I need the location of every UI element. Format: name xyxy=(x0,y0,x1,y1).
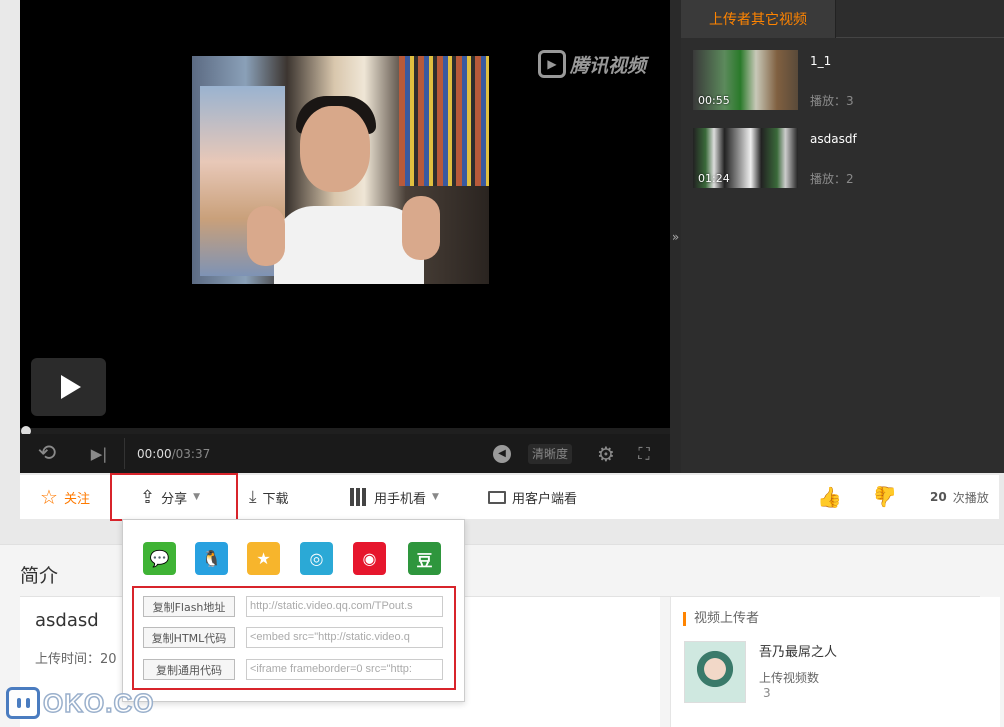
douban-icon[interactable]: 豆 xyxy=(408,542,441,575)
volume-icon: ◀ xyxy=(493,444,511,463)
iframe-code-field[interactable]: <iframe frameborder=0 src="http: xyxy=(246,659,443,680)
intro-heading: 简介 xyxy=(20,565,59,587)
weibo-icon[interactable]: ◉ xyxy=(353,542,386,575)
play-count: 20 次播放 xyxy=(930,475,989,519)
video-scene-face xyxy=(300,106,370,192)
tab-uploader-other-videos[interactable]: 上传者其它视频 xyxy=(681,0,836,38)
follow-label: 关注 xyxy=(63,491,90,507)
site-logo: OKO.CO xyxy=(6,686,154,720)
tab-underline xyxy=(836,37,1004,38)
tencent-video-logo-icon: ▶ xyxy=(538,50,566,78)
video-frame[interactable] xyxy=(192,56,489,284)
gear-icon[interactable]: ⚙ xyxy=(594,434,618,473)
qq-icon[interactable]: 🐧 xyxy=(195,542,228,575)
watch-on-mobile-button[interactable]: 用手机看 ▼ xyxy=(350,475,439,519)
uploader-video-count-label: 上传视频数 xyxy=(759,671,820,685)
site-logo-text: OKO.CO xyxy=(42,687,155,719)
uploader-name[interactable]: 吾乃最屌之人 xyxy=(759,641,837,660)
copy-flash-button[interactable]: 复制Flash地址 xyxy=(143,596,235,617)
pengyou-icon[interactable]: ◎ xyxy=(300,542,333,575)
control-bar: ⟲ ▶| 00:00/03:37 ◀ 清晰度 ⚙ ⛶ xyxy=(20,434,670,473)
wechat-icon[interactable]: 💬 xyxy=(143,542,176,575)
play-count-suffix: 次播放 xyxy=(952,490,989,505)
client-label: 用客户端看 xyxy=(512,491,578,507)
uploader-heading: 视频上传者 xyxy=(683,612,759,626)
download-icon: ⤓ xyxy=(249,487,257,507)
related-videos-panel: 上传者其它视频 00:55 1_1 播放：3 01:24 asdasdf 播放：… xyxy=(681,0,1004,473)
flash-url-field[interactable]: http://static.video.qq.com/TPout.s xyxy=(246,596,443,617)
star-icon: ☆ xyxy=(40,485,58,509)
monitor-icon xyxy=(488,490,506,504)
next-icon[interactable]: ▶| xyxy=(84,434,114,473)
thumbs-up-icon[interactable]: 👍 xyxy=(817,475,842,519)
related-video-title[interactable]: asdasdf xyxy=(810,132,857,146)
follow-button[interactable]: ☆ 关注 xyxy=(40,475,90,519)
avatar[interactable] xyxy=(684,641,746,703)
sidebar-toggle[interactable]: » xyxy=(670,0,681,473)
video-thumbnail[interactable]: 00:55 xyxy=(693,50,798,110)
qr-code-icon xyxy=(350,488,368,506)
related-video-item[interactable]: 00:55 1_1 播放：3 xyxy=(693,50,993,112)
share-popup: 💬 🐧 ★ ◎ ◉ 豆 复制Flash地址 http://static.vide… xyxy=(122,519,465,702)
video-title: asdasd xyxy=(35,610,99,631)
video-scene-hand-right xyxy=(402,196,440,260)
volume-button[interactable]: ◀ xyxy=(490,434,514,473)
quality-button[interactable]: 清晰度 xyxy=(528,444,573,464)
related-video-item[interactable]: 01:24 asdasdf 播放：2 xyxy=(693,128,993,190)
video-thumbnail[interactable]: 01:24 xyxy=(693,128,798,188)
thumbnail-duration: 00:55 xyxy=(698,94,730,107)
control-divider xyxy=(124,438,125,469)
fullscreen-icon[interactable]: ⛶ xyxy=(632,434,656,473)
tencent-video-watermark: ▶ 腾讯视频 xyxy=(538,50,646,78)
copy-row: 复制HTML代码 <embed src="http://static.video… xyxy=(143,627,447,649)
copy-html-button[interactable]: 复制HTML代码 xyxy=(143,627,235,648)
html-code-field[interactable]: <embed src="http://static.video.q xyxy=(246,627,443,648)
download-button[interactable]: ⤓ 下载 xyxy=(249,475,289,519)
watch-in-client-button[interactable]: 用客户端看 xyxy=(488,475,577,519)
time-total: /03:37 xyxy=(171,446,211,461)
big-play-button[interactable] xyxy=(31,358,106,416)
mobile-label: 用手机看 xyxy=(374,491,427,507)
time-current: 00:00 xyxy=(137,446,172,461)
copy-iframe-button[interactable]: 复制通用代码 xyxy=(143,659,235,680)
video-scene-hand-left xyxy=(247,206,285,266)
copy-code-box: 复制Flash地址 http://static.video.qq.com/TPo… xyxy=(132,586,456,690)
time-display: 00:00/03:37 xyxy=(137,434,210,473)
upload-time: 上传时间：20 xyxy=(35,652,117,667)
action-bar: ☆ 关注 ⇪ 分享 ▼ ⤓ 下载 用手机看 ▼ 用客户端看 👍 👍 20 次播放 xyxy=(20,473,999,521)
chevron-down-icon: ▼ xyxy=(432,492,439,502)
share-label: 分享 xyxy=(161,491,188,507)
thumbnail-duration: 01:24 xyxy=(698,172,730,185)
uploader-video-count: 3 xyxy=(763,686,771,700)
video-player[interactable]: ▶ 腾讯视频 ⟲ ▶| 00:00/03:37 ◀ 清晰度 ⚙ ⛶ xyxy=(20,0,670,473)
related-video-plays: 播放：3 xyxy=(810,94,854,108)
copy-row: 复制通用代码 <iframe frameborder=0 src="http: xyxy=(143,659,447,681)
chevron-down-icon: ▼ xyxy=(193,492,201,502)
related-video-title[interactable]: 1_1 xyxy=(810,54,831,68)
share-icon: ⇪ xyxy=(140,486,156,508)
thumbs-down-icon[interactable]: 👍 xyxy=(873,475,898,519)
video-scene-shelf xyxy=(399,56,489,186)
page: ▶ 腾讯视频 ⟲ ▶| 00:00/03:37 ◀ 清晰度 ⚙ ⛶ » 上传者其… xyxy=(0,0,1004,727)
site-logo-icon xyxy=(6,687,40,719)
play-icon xyxy=(60,375,81,399)
share-targets: 💬 🐧 ★ ◎ ◉ 豆 xyxy=(143,542,453,578)
watermark-text: 腾讯视频 xyxy=(570,54,647,77)
qzone-icon[interactable]: ★ xyxy=(247,542,280,575)
share-button[interactable]: ⇪ 分享 ▼ xyxy=(110,473,238,521)
related-video-plays: 播放：2 xyxy=(810,172,854,186)
replay-icon[interactable]: ⟲ xyxy=(32,434,62,473)
download-label: 下载 xyxy=(262,491,289,507)
copy-row: 复制Flash地址 http://static.video.qq.com/TPo… xyxy=(143,596,447,618)
play-count-number: 20 xyxy=(930,490,947,504)
